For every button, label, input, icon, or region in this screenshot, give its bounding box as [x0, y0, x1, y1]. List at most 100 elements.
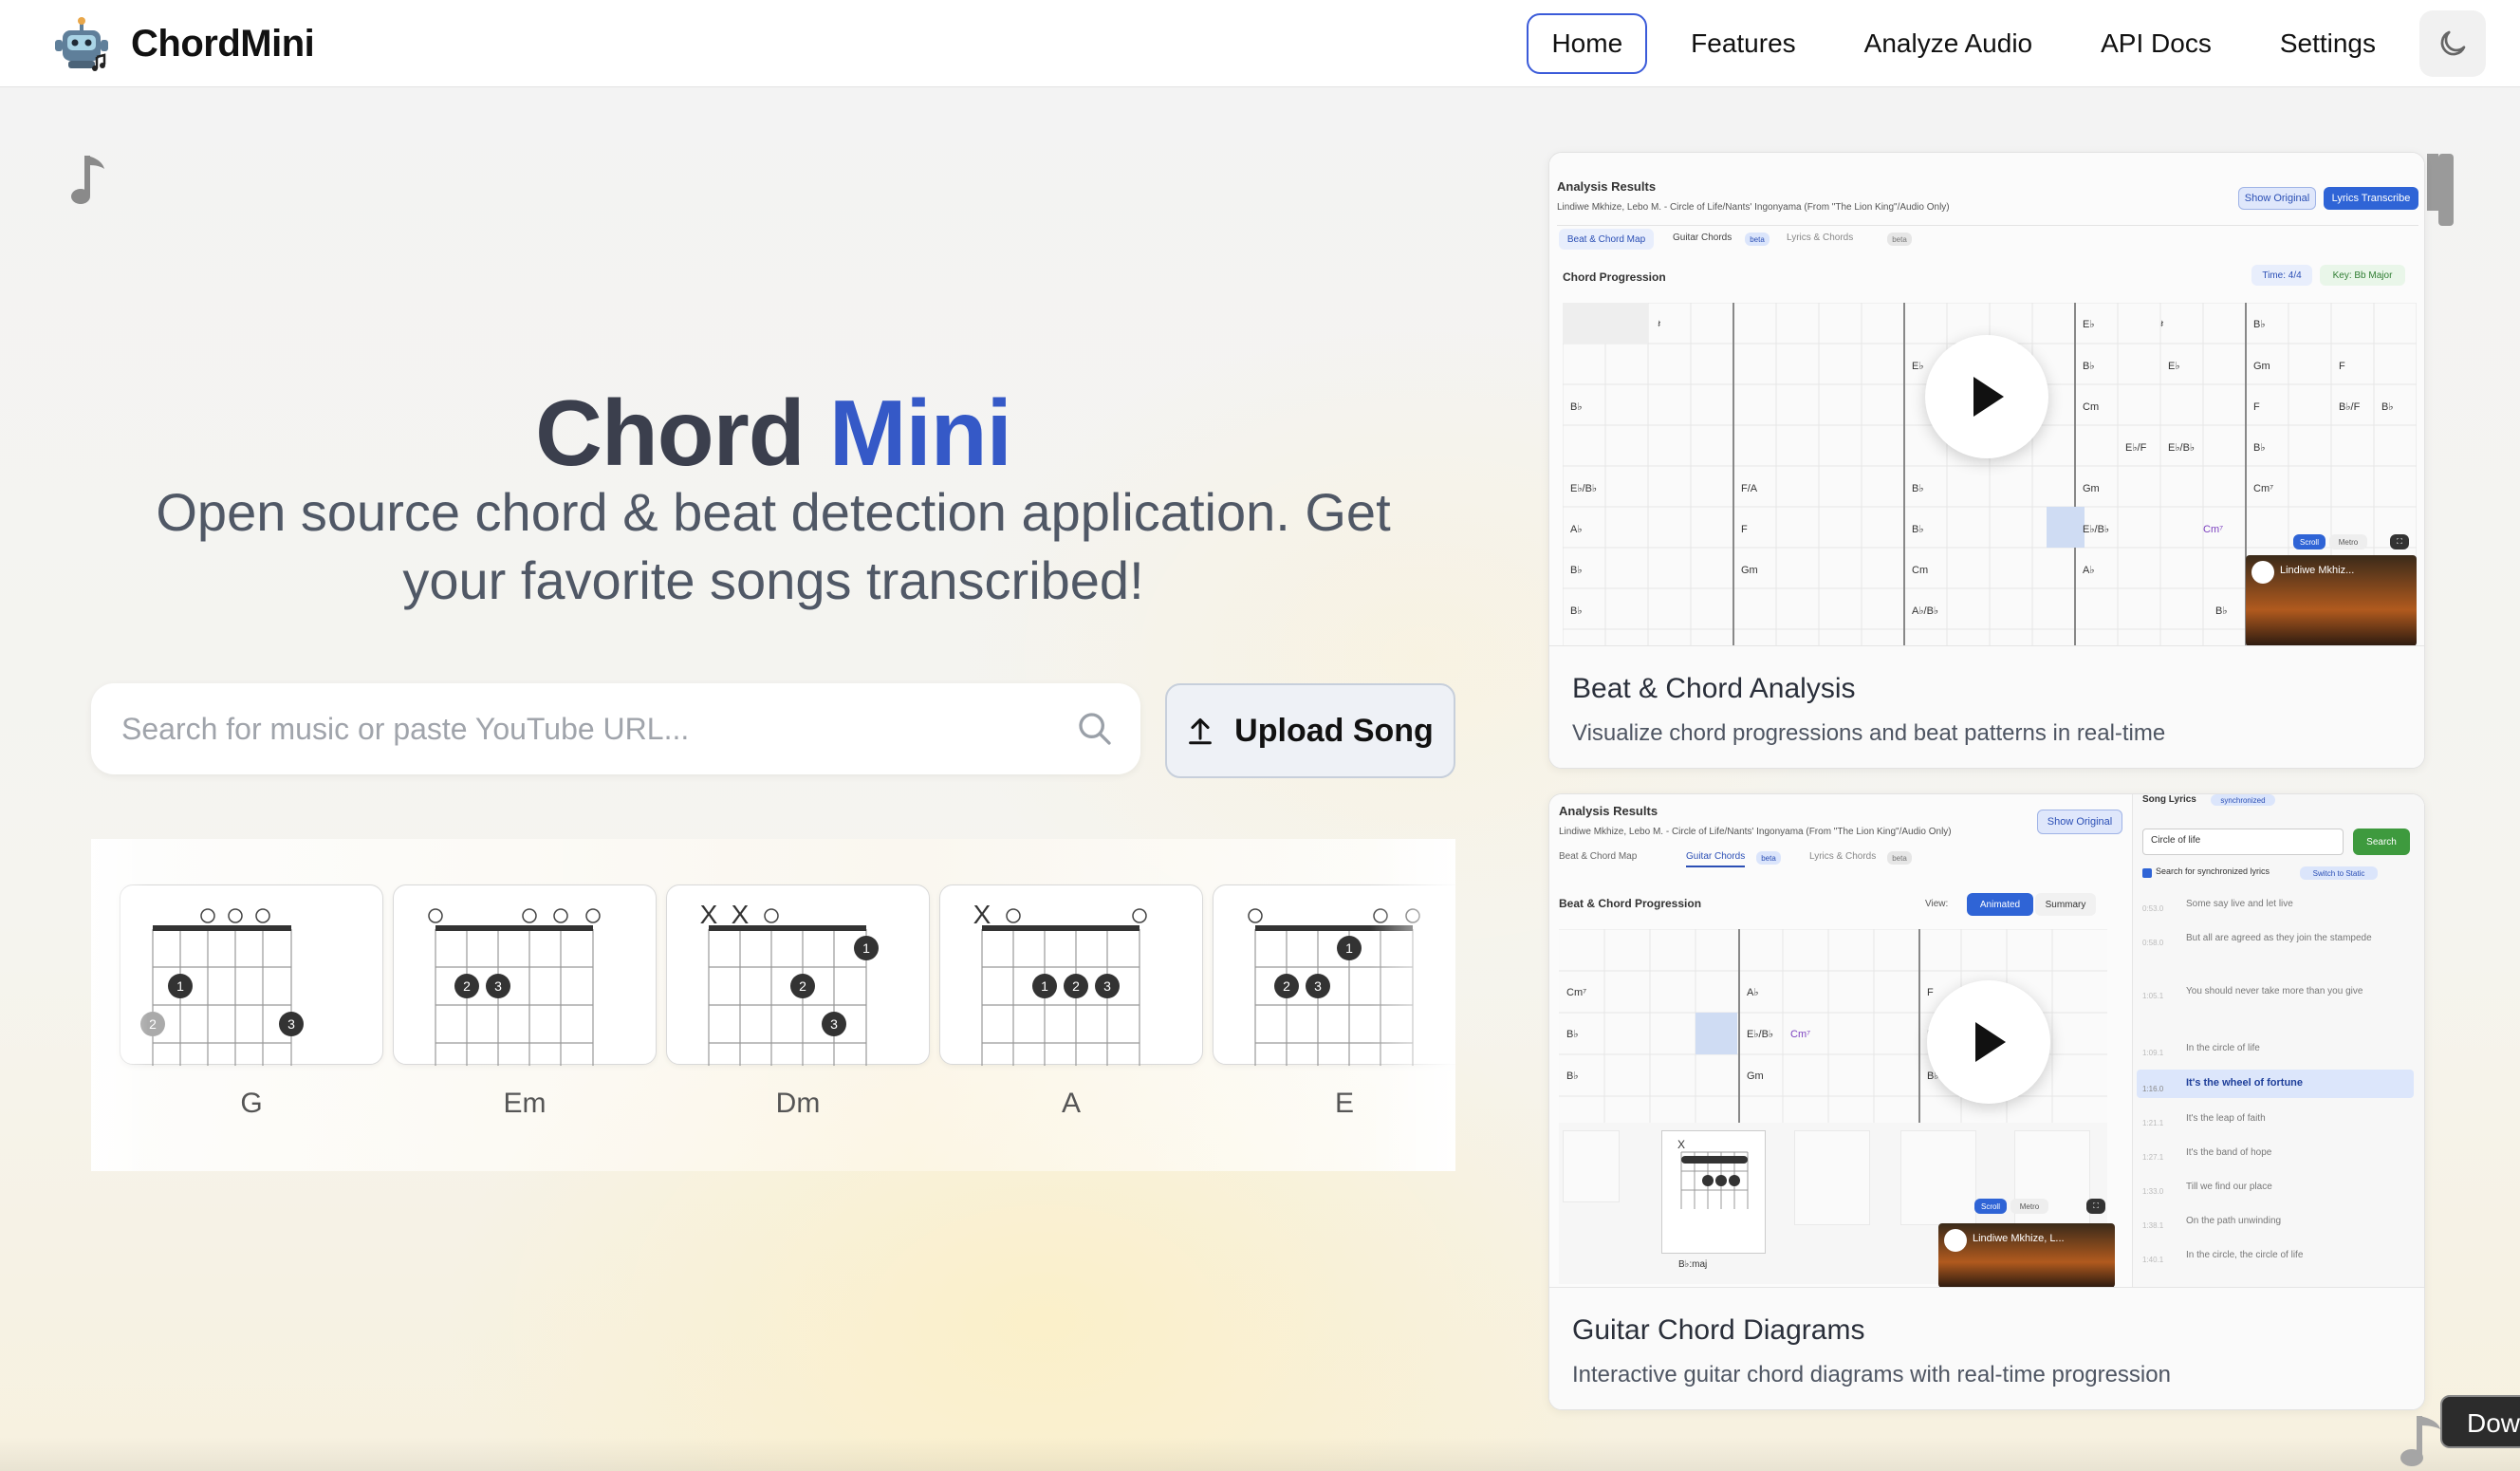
svg-text:X: X — [732, 900, 750, 929]
preview-show-original-button[interactable]: Show Original — [2037, 810, 2122, 834]
play-video-button[interactable] — [1927, 980, 2050, 1104]
chord-name-g: G — [240, 1088, 263, 1119]
chord-card-g[interactable]: 2 1 3 — [120, 884, 383, 1066]
preview-section-chord-progression: Chord Progression — [1563, 270, 1666, 284]
lyrics-line[interactable]: Till we find our place — [2186, 1182, 2272, 1192]
preview-tab-beat-chord-map[interactable]: Beat & Chord Map — [1559, 851, 1637, 862]
preview-metro-toggle[interactable]: Metro — [2010, 1199, 2048, 1214]
play-icon — [1973, 377, 2004, 417]
preview-expand-icon[interactable]: ⛶ — [2086, 1199, 2105, 1214]
upload-song-label: Upload Song — [1234, 712, 1434, 749]
preview-time-signature: Time: 4/4 — [2251, 265, 2312, 286]
nav-home[interactable]: Home — [1527, 13, 1648, 74]
svg-text:E♭: E♭ — [2168, 361, 2180, 372]
hero-title: Chord Mini — [95, 380, 1452, 487]
preview-tab-guitar-chords[interactable]: Guitar Chords — [1686, 851, 1746, 867]
nav-settings[interactable]: Settings — [2255, 13, 2400, 74]
svg-text:B♭/F: B♭/F — [2339, 401, 2361, 413]
mini-chord-diagram-active: X — [1661, 1130, 1766, 1254]
lyrics-line[interactable]: It's the band of hope — [2186, 1147, 2271, 1158]
search-bar — [91, 683, 1140, 774]
preview-video-title: Lindiwe Mkhize, L... — [1973, 1233, 2065, 1244]
feature-preview-guitar-diagrams[interactable]: Analysis Results Lindiwe Mkhize, Lebo M.… — [1549, 794, 2424, 1288]
svg-text:𝄽: 𝄽 — [2160, 319, 2163, 330]
lyrics-line[interactable]: In the circle, the circle of life — [2186, 1250, 2303, 1260]
chord-card-a[interactable]: X 1 2 3 — [939, 884, 1203, 1066]
preview-tab-lyrics-chords[interactable]: Lyrics & Chords — [1809, 851, 1876, 862]
top-navbar: ChordMini Home Features Analyze Audio AP… — [0, 0, 2520, 87]
upload-song-button[interactable]: Upload Song — [1165, 683, 1455, 778]
svg-text:Cm: Cm — [2083, 401, 2099, 413]
svg-text:F/A: F/A — [1741, 483, 1758, 494]
bottom-shade — [0, 1437, 2520, 1471]
strip-fade-right — [1370, 839, 1455, 1171]
svg-text:1: 1 — [862, 940, 870, 956]
preview-tab-beat-chord-map[interactable]: Beat & Chord Map — [1559, 229, 1654, 250]
lyrics-search-input[interactable]: Circle of life — [2142, 829, 2344, 855]
download-floating-button[interactable]: Dow — [2440, 1395, 2520, 1448]
svg-text:3: 3 — [1103, 978, 1111, 994]
lyrics-line[interactable]: But all are agreed as they join the stam… — [2186, 933, 2404, 943]
preview-scroll-toggle[interactable]: Scroll — [2293, 534, 2325, 549]
svg-text:E♭: E♭ — [1912, 361, 1924, 372]
preview-scroll-toggle[interactable]: Scroll — [1974, 1199, 2007, 1214]
preview-key: Key: Bb Major — [2320, 265, 2405, 286]
svg-text:B♭: B♭ — [1570, 401, 1583, 413]
preview-tab-lyrics-chords[interactable]: Lyrics & Chords — [1787, 233, 1853, 243]
lyrics-line[interactable]: On the path unwinding — [2186, 1216, 2281, 1226]
feature-preview-beat-chord[interactable]: Analysis Results Lindiwe Mkhize, Lebo M.… — [1549, 153, 2424, 646]
svg-text:X: X — [973, 900, 991, 929]
preview-view-summary[interactable]: Summary — [2035, 893, 2096, 916]
theme-toggle-button[interactable] — [2419, 10, 2486, 77]
search-icon[interactable] — [1076, 710, 1114, 748]
svg-text:B♭: B♭ — [2215, 605, 2228, 617]
hero-title-mini: Mini — [828, 381, 1012, 485]
svg-text:1: 1 — [1041, 978, 1048, 994]
play-icon — [1975, 1022, 2006, 1062]
brand-name: ChordMini — [131, 22, 315, 65]
svg-text:2: 2 — [149, 1016, 157, 1032]
svg-text:2: 2 — [463, 978, 471, 994]
feature-title: Guitar Chord Diagrams — [1572, 1314, 1865, 1346]
svg-text:A♭: A♭ — [2083, 565, 2095, 576]
svg-text:F: F — [1927, 987, 1934, 998]
lyrics-line-active[interactable]: It's the wheel of fortune — [2186, 1077, 2303, 1089]
chord-card-dm[interactable]: X X 1 2 3 — [666, 884, 930, 1066]
lyrics-sync-checkbox[interactable] — [2142, 868, 2152, 878]
preview-show-original-button[interactable]: Show Original — [2238, 187, 2316, 210]
svg-text:Cm⁷: Cm⁷ — [1566, 987, 1586, 998]
lyrics-search-button[interactable]: Search — [2353, 829, 2410, 855]
brand-logo-link[interactable]: ChordMini — [51, 13, 315, 74]
nav-features[interactable]: Features — [1666, 13, 1821, 74]
svg-text:2: 2 — [1283, 978, 1290, 994]
svg-text:3: 3 — [1314, 978, 1322, 994]
preview-metro-toggle[interactable]: Metro — [2329, 534, 2367, 549]
svg-text:Gm: Gm — [2083, 483, 2100, 494]
lyrics-line[interactable]: It's the leap of faith — [2186, 1113, 2266, 1124]
lyrics-switch-static-button[interactable]: Switch to Static — [2300, 866, 2378, 880]
lyrics-line[interactable]: Some say live and let live — [2186, 899, 2293, 909]
preview-tab-guitar-chords[interactable]: Guitar Chords — [1673, 233, 1732, 243]
lyrics-line[interactable]: In the circle of life — [2186, 1043, 2260, 1053]
mini-chord-diagram — [1794, 1130, 1870, 1225]
preview-expand-icon[interactable]: ⛶ — [2390, 534, 2409, 549]
search-input[interactable] — [121, 711, 1032, 747]
preview-view-animated[interactable]: Animated — [1967, 893, 2033, 916]
play-video-button[interactable] — [1925, 335, 2048, 458]
feature-card-beat-chord[interactable]: Analysis Results Lindiwe Mkhize, Lebo M.… — [1548, 152, 2425, 769]
music-note-icon — [71, 156, 104, 204]
preview-song-title: Lindiwe Mkhize, Lebo M. - Circle of Life… — [1559, 827, 1952, 837]
svg-text:B♭: B♭ — [2381, 401, 2394, 413]
chord-card-em[interactable]: 2 3 — [393, 884, 657, 1066]
preview-lyrics-transcribe-button[interactable]: Lyrics Transcribe — [2324, 187, 2418, 210]
nav-analyze-audio[interactable]: Analyze Audio — [1840, 13, 2057, 74]
feature-caption: Guitar Chord Diagrams Interactive guitar… — [1549, 1288, 2424, 1409]
svg-text:𝄽: 𝄽 — [1658, 319, 1660, 330]
feature-card-guitar-diagrams[interactable]: Analysis Results Lindiwe Mkhize, Lebo M.… — [1548, 793, 2425, 1410]
preview-video-thumbnail[interactable]: Lindiwe Mkhiz... — [2246, 555, 2417, 645]
svg-text:3: 3 — [494, 978, 502, 994]
nav-api-docs[interactable]: API Docs — [2076, 13, 2236, 74]
svg-text:Cm⁷: Cm⁷ — [2203, 524, 2223, 535]
lyrics-line[interactable]: You should never take more than you give — [2186, 986, 2404, 996]
preview-video-thumbnail[interactable]: Lindiwe Mkhize, L... — [1938, 1223, 2115, 1287]
